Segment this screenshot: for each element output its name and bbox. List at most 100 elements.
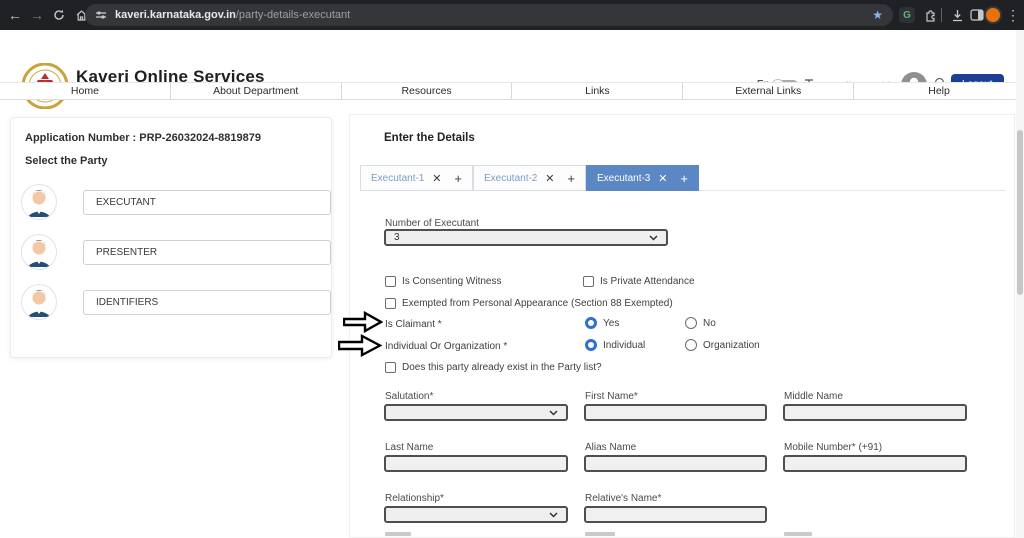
url-domain: kaveri.karnataka.gov.in [115,9,236,21]
tab-executant-1[interactable]: Executant-1 ✕ + [360,165,473,191]
radio-selected-icon[interactable] [585,317,597,329]
tab-executant-2[interactable]: Executant-2 ✕ + [473,165,586,191]
salutation-select[interactable] [384,404,568,421]
checkbox-icon[interactable] [385,276,396,287]
salutation-label: Salutation* [385,391,433,402]
relatives-name-label: Relative's Name* [585,493,661,504]
checkbox-icon[interactable] [385,298,396,309]
cutoff-text-fragment [784,532,812,536]
add-tab-icon[interactable]: + [680,171,688,186]
number-of-executant-select[interactable]: 3 [384,229,668,246]
page-scrollbar[interactable] [1016,30,1024,538]
close-tab-icon[interactable]: ✕ [658,172,667,185]
radio-label: No [703,318,716,329]
download-icon[interactable] [946,0,968,30]
person-avatar-icon [21,234,57,270]
radio-organization[interactable]: Organization [685,339,760,351]
add-tab-icon[interactable]: + [567,171,575,186]
radio-unselected-icon[interactable] [685,339,697,351]
annotation-arrow-icon [338,334,382,362]
enter-details-heading: Enter the Details [384,132,475,144]
nav-item-links[interactable]: Links [512,83,683,99]
radio-is-claimant-yes[interactable]: Yes [585,317,619,329]
back-icon[interactable]: ← [4,0,26,30]
select-value: 3 [394,232,400,243]
party-row-executant[interactable]: EXECUTANT [21,184,323,222]
nav-item-about-department[interactable]: About Department [171,83,342,99]
main-navigation: Home About Department Resources Links Ex… [0,82,1024,100]
nav-item-external-links[interactable]: External Links [683,83,854,99]
forward-icon[interactable]: → [26,0,48,30]
chevron-down-icon [649,235,658,241]
last-name-label: Last Name [385,442,433,453]
cutoff-text-fragment [385,532,411,536]
checkbox-icon[interactable] [385,362,396,373]
checkbox-is-consenting-witness[interactable]: Is Consenting Witness [385,276,502,287]
last-name-field[interactable] [384,455,568,472]
add-tab-icon[interactable]: + [454,171,462,186]
extension-g-icon[interactable]: G [899,7,915,23]
person-avatar-icon [21,184,57,220]
relationship-select[interactable] [384,506,568,523]
radio-individual[interactable]: Individual [585,339,645,351]
nav-item-resources[interactable]: Resources [342,83,513,99]
checkbox-is-private-attendance[interactable]: Is Private Attendance [583,276,695,287]
nav-item-help[interactable]: Help [854,83,1024,99]
site-info-icon[interactable] [95,9,107,21]
chevron-down-icon [549,410,558,416]
close-tab-icon[interactable]: ✕ [432,172,441,185]
party-option-identifiers[interactable]: IDENTIFIERS [83,290,331,315]
first-name-label: First Name* [585,391,638,402]
browser-profile-avatar[interactable] [984,6,1002,24]
checkbox-icon[interactable] [583,276,594,287]
cutoff-text-fragment [585,532,615,536]
radio-label: Organization [703,340,760,351]
checkbox-label: Is Private Attendance [600,276,695,287]
scrollbar-thumb[interactable] [1017,130,1023,295]
url-bar[interactable]: kaveri.karnataka.gov.in/party-details-ex… [85,4,893,26]
party-option-presenter[interactable]: PRESENTER [83,240,331,265]
party-row-presenter[interactable]: PRESENTER [21,234,323,272]
page-root: ← → kaveri.karnataka.gov.in/party-detail… [0,0,1024,538]
individual-or-organization-label: Individual Or Organization * [385,341,507,352]
alias-name-field[interactable] [584,455,767,472]
radio-label: Individual [603,340,645,351]
party-sidebar: Application Number : PRP-26032024-881987… [10,117,332,358]
tab-executant-3[interactable]: Executant-3 ✕ + [586,165,699,191]
mobile-number-label: Mobile Number* (+91) [784,442,882,453]
checkbox-label: Is Consenting Witness [402,276,502,287]
person-avatar-icon [21,284,57,320]
nav-item-home[interactable]: Home [0,83,171,99]
select-party-heading: Select the Party [25,155,108,167]
application-number: Application Number : PRP-26032024-881987… [25,132,261,144]
extensions-icon[interactable] [920,0,942,30]
tab-label: Executant-3 [597,173,650,184]
site-header: Kaveri Online Services Department of Sta… [0,30,1024,82]
url-path: /party-details-executant [236,9,350,21]
close-tab-icon[interactable]: ✕ [545,172,554,185]
party-option-executant[interactable]: EXECUTANT [83,190,331,215]
browser-toolbar: ← → kaveri.karnataka.gov.in/party-detail… [0,0,1024,30]
radio-unselected-icon[interactable] [685,317,697,329]
party-row-identifiers[interactable]: IDENTIFIERS [21,284,323,322]
chevron-down-icon [549,512,558,518]
alias-name-label: Alias Name [585,442,636,453]
checkbox-label: Does this party already exist in the Par… [402,362,602,373]
mobile-number-field[interactable] [783,455,967,472]
middle-name-label: Middle Name [784,391,843,402]
is-claimant-label: Is Claimant * [385,319,442,330]
checkbox-exempted-personal-appearance[interactable]: Exempted from Personal Appearance (Secti… [385,298,673,309]
bookmark-star-icon[interactable]: ★ [872,8,883,22]
browser-menu-icon[interactable]: ⋮ [1002,0,1024,30]
radio-is-claimant-no[interactable]: No [685,317,716,329]
relatives-name-field[interactable] [584,506,767,523]
radio-selected-icon[interactable] [585,339,597,351]
reload-icon[interactable] [48,0,70,30]
middle-name-field[interactable] [783,404,967,421]
tab-label: Executant-2 [484,173,537,184]
first-name-field[interactable] [584,404,767,421]
relationship-label: Relationship* [385,493,444,504]
checkbox-party-already-exists[interactable]: Does this party already exist in the Par… [385,362,602,373]
tab-label: Executant-1 [371,173,424,184]
radio-label: Yes [603,318,619,329]
